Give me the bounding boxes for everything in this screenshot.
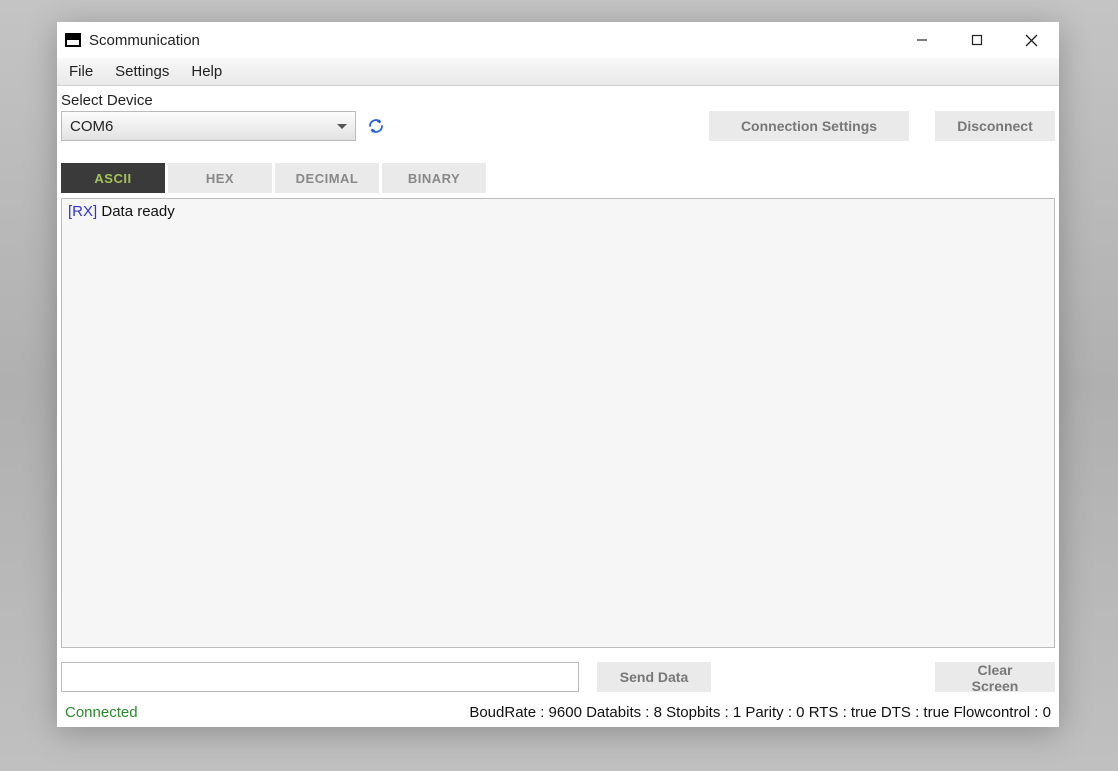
format-tabs: ASCII HEX DECIMAL BINARY <box>61 163 1055 193</box>
chevron-down-icon <box>337 124 347 129</box>
device-select[interactable]: COM6 <box>61 111 356 141</box>
status-bar: Connected BoudRate : 9600 Databits : 8 S… <box>61 700 1055 727</box>
menu-settings[interactable]: Settings <box>115 63 169 80</box>
terminal-output[interactable]: [RX] Data ready <box>61 198 1055 648</box>
menu-file[interactable]: File <box>69 63 93 80</box>
close-icon <box>1025 34 1038 47</box>
content-area: Select Device COM6 Connection Settings <box>57 86 1059 727</box>
app-window: Scommunication File Settings Help Select… <box>57 22 1059 727</box>
menu-help[interactable]: Help <box>191 63 222 80</box>
window-title: Scommunication <box>89 32 200 49</box>
refresh-icon <box>367 117 385 135</box>
maximize-button[interactable] <box>949 22 1004 58</box>
maximize-icon <box>971 34 983 46</box>
minimize-icon <box>916 34 928 46</box>
minimize-button[interactable] <box>894 22 949 58</box>
select-device-label: Select Device <box>61 90 1055 111</box>
status-connected: Connected <box>65 704 138 721</box>
refresh-button[interactable] <box>366 116 386 136</box>
disconnect-button[interactable]: Disconnect <box>935 111 1055 141</box>
terminal-prefix: [RX] <box>68 203 97 220</box>
tab-decimal[interactable]: DECIMAL <box>275 163 379 193</box>
close-button[interactable] <box>1004 22 1059 58</box>
tab-ascii[interactable]: ASCII <box>61 163 165 193</box>
device-row: COM6 Connection Settings Disconnect <box>61 111 1055 141</box>
connection-settings-button[interactable]: Connection Settings <box>709 111 909 141</box>
tab-binary[interactable]: BINARY <box>382 163 486 193</box>
tab-hex[interactable]: HEX <box>168 163 272 193</box>
menu-bar: File Settings Help <box>57 58 1059 86</box>
title-bar: Scommunication <box>57 22 1059 58</box>
app-icon <box>65 33 81 47</box>
desktop-background: Scommunication File Settings Help Select… <box>0 0 1118 771</box>
send-data-button[interactable]: Send Data <box>597 662 711 692</box>
clear-screen-button[interactable]: Clear Screen <box>935 662 1055 692</box>
send-input[interactable] <box>61 662 579 692</box>
window-controls <box>894 22 1059 58</box>
terminal-line: [RX] Data ready <box>68 203 1048 220</box>
status-details: BoudRate : 9600 Databits : 8 Stopbits : … <box>469 704 1051 721</box>
terminal-text: Data ready <box>97 203 175 220</box>
device-select-value: COM6 <box>70 118 113 135</box>
send-row: Send Data Clear Screen <box>61 662 1055 692</box>
